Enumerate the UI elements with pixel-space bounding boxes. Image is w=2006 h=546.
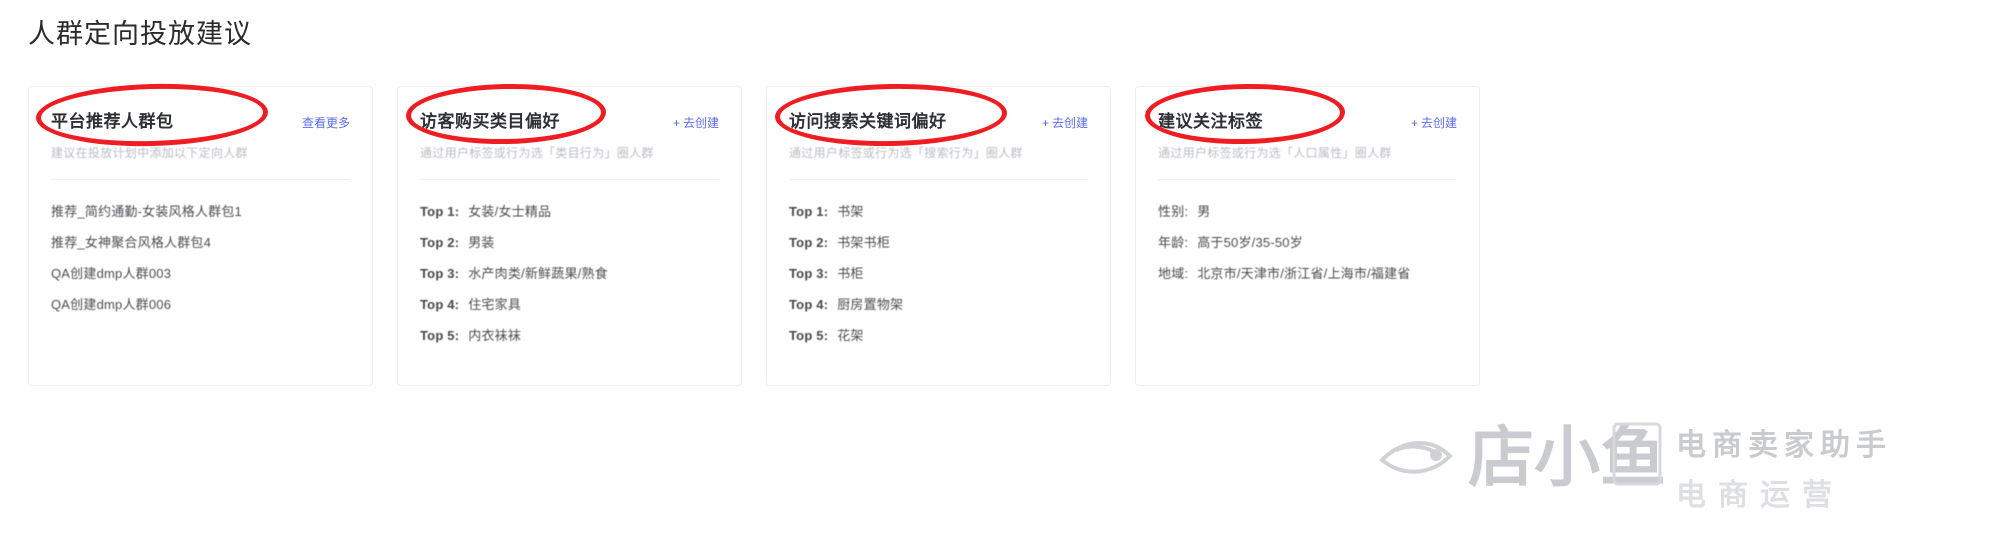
card-list: 性别: 男年龄: 高于50岁/35-50岁地域: 北京市/天津市/浙江省/上海市/福建… — [1158, 196, 1457, 289]
list-item-value: 书架书柜 — [837, 235, 891, 250]
card-action-label: 去创建 — [1051, 116, 1088, 130]
card-list: 推荐_简约通勤-女装风格人群包1 推荐_女神聚合风格人群包4 QA创建dmp人群00… — [51, 196, 350, 320]
list-item-key: Top 5: — [789, 328, 829, 343]
suggestion-card: 建议关注标签 + 去创建通过用户标签或行为选「人口属性」圈人群 性别: 男年龄: 高于50… — [1135, 86, 1480, 386]
list-item-key: Top 4: — [789, 297, 829, 312]
list-item[interactable]: Top 2: 男装 — [420, 227, 719, 258]
suggestion-card: 访客购买类目偏好 + 去创建通过用户标签或行为选「类目行为」圈人群 Top 1: 女装/… — [397, 86, 742, 386]
list-item-value: 推荐_女神聚合风格人群包4 — [51, 235, 212, 250]
card-action-label: 查看更多 — [301, 116, 350, 130]
watermark-tagline-bottom: 电商运营 — [1676, 479, 1844, 512]
list-item-key: Top 4: — [420, 297, 460, 312]
list-item[interactable]: QA创建dmp人群006 — [51, 289, 350, 320]
view-more-link[interactable]: 查看更多 — [302, 114, 350, 131]
list-item[interactable]: Top 2: 书架书柜 — [789, 227, 1088, 258]
watermark-tagline-top: 电商卖家助手 — [1676, 429, 1892, 462]
list-item[interactable]: Top 5: 内衣袜袜 — [420, 320, 719, 351]
list-item-key: Top 5: — [420, 328, 460, 343]
plus-icon: + — [672, 116, 680, 130]
list-item-key: Top 1: — [420, 204, 460, 219]
list-item-value: 住宅家具 — [468, 297, 522, 312]
card-title: 访问搜索关键词偏好 — [789, 112, 947, 131]
card-divider — [420, 179, 719, 180]
card-action-label: 去创建 — [1420, 116, 1457, 130]
card-title: 平台推荐人群包 — [51, 112, 174, 131]
card-subtitle: 通过用户标签或行为选「人口属性」圈人群 — [1158, 146, 1392, 160]
create-link[interactable]: + 去创建 — [673, 114, 719, 131]
list-item[interactable]: Top 5: 花架 — [789, 320, 1088, 351]
list-item-key: Top 2: — [789, 235, 829, 250]
list-item[interactable]: 性别: 男 — [1158, 196, 1457, 227]
plus-icon: + — [1410, 116, 1418, 130]
list-item-value: 书架 — [837, 204, 864, 219]
card-header: 建议关注标签 + 去创建 — [1158, 107, 1457, 133]
brand-logo-icon: 店小鱼 — [1379, 420, 1666, 494]
list-item-key: Top 1: — [789, 204, 829, 219]
card-subtitle: 建议在投放计划中添加以下定向人群 — [51, 146, 248, 160]
list-item-value: 女装/女士精品 — [468, 204, 552, 219]
create-link[interactable]: + 去创建 — [1411, 114, 1457, 131]
list-item[interactable]: Top 1: 女装/女士精品 — [420, 196, 719, 227]
list-item[interactable]: Top 3: 水产肉类/新鲜蔬果/熟食 — [420, 258, 719, 289]
card-header: 访客购买类目偏好 + 去创建 — [420, 107, 719, 133]
list-item[interactable]: 年龄: 高于50岁/35-50岁 — [1158, 227, 1457, 258]
page-title: 人群定向投放建议 — [28, 19, 252, 49]
brand-name-text: 店小鱼 — [1468, 420, 1666, 494]
plus-icon: + — [1041, 116, 1049, 130]
list-item[interactable]: 推荐_简约通勤-女装风格人群包1 — [51, 196, 350, 227]
list-item-value: QA创建dmp人群006 — [51, 297, 172, 312]
list-item-value: 北京市/天津市/浙江省/上海市/福建省 — [1197, 266, 1411, 281]
card-divider — [51, 179, 350, 180]
list-item-key: Top 2: — [420, 235, 460, 250]
list-item[interactable]: 地域: 北京市/天津市/浙江省/上海市/福建省 — [1158, 258, 1457, 289]
create-link[interactable]: + 去创建 — [1042, 114, 1088, 131]
list-item-key: 年龄: — [1158, 235, 1189, 250]
list-item[interactable]: 推荐_女神聚合风格人群包4 — [51, 227, 350, 258]
list-item-value: 厨房置物架 — [837, 297, 904, 312]
card-divider — [789, 179, 1088, 180]
card-subtitle: 通过用户标签或行为选「类目行为」圈人群 — [420, 146, 654, 160]
list-item-value: 男 — [1197, 204, 1211, 219]
list-item-key: 性别: — [1158, 204, 1189, 219]
list-item-key: Top 3: — [789, 266, 829, 281]
list-item-value: 花架 — [837, 328, 864, 343]
suggestion-card: 平台推荐人群包 查看更多 建议在投放计划中添加以下定向人群 推荐_简约通勤-女装风格人… — [28, 86, 373, 386]
list-item-value: 男装 — [468, 235, 495, 250]
watermark: 店小鱼 电商卖家助手 电商运营 — [1376, 392, 1996, 542]
card-title: 访客购买类目偏好 — [420, 112, 560, 131]
list-item-value: 高于50岁/35-50岁 — [1197, 235, 1303, 250]
suggestion-cards-row: 平台推荐人群包 查看更多 建议在投放计划中添加以下定向人群 推荐_简约通勤-女装风格人… — [28, 86, 1978, 386]
list-item-key: Top 3: — [420, 266, 460, 281]
list-item-value: 推荐_简约通勤-女装风格人群包1 — [51, 204, 242, 219]
list-item[interactable]: Top 3: 书柜 — [789, 258, 1088, 289]
list-item[interactable]: QA创建dmp人群003 — [51, 258, 350, 289]
card-divider — [1158, 179, 1457, 180]
card-header: 访问搜索关键词偏好 + 去创建 — [789, 107, 1088, 133]
card-title: 建议关注标签 — [1158, 112, 1263, 131]
list-item-value: 水产肉类/新鲜蔬果/熟食 — [468, 266, 608, 281]
suggestion-card: 访问搜索关键词偏好 + 去创建通过用户标签或行为选「搜索行为」圈人群 Top 1: 书架… — [766, 86, 1111, 386]
list-item[interactable]: Top 4: 住宅家具 — [420, 289, 719, 320]
card-header: 平台推荐人群包 查看更多 — [51, 107, 350, 133]
list-item[interactable]: Top 1: 书架 — [789, 196, 1088, 227]
list-item-value: 内衣袜袜 — [468, 328, 522, 343]
card-list: Top 1: 书架 Top 2: 书架书柜 Top 3: 书柜 Top 4: 厨房置物架 Top… — [789, 196, 1088, 351]
card-subtitle: 通过用户标签或行为选「搜索行为」圈人群 — [789, 146, 1023, 160]
list-item-value: QA创建dmp人群003 — [51, 266, 172, 281]
card-action-label: 去创建 — [682, 116, 719, 130]
card-list: Top 1: 女装/女士精品 Top 2: 男装 Top 3: 水产肉类/新鲜蔬果/熟食 T… — [420, 196, 719, 351]
list-item[interactable]: Top 4: 厨房置物架 — [789, 289, 1088, 320]
list-item-value: 书柜 — [837, 266, 864, 281]
list-item-key: 地域: — [1158, 266, 1189, 281]
